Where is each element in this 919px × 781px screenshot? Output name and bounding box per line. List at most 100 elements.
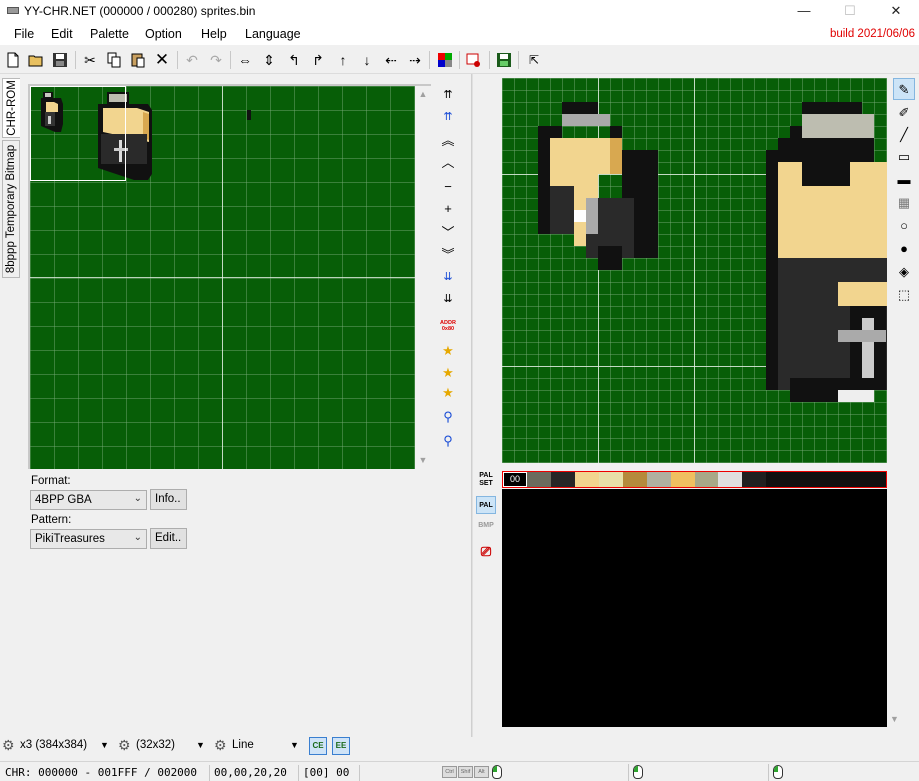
bookmark-prev-icon[interactable]: ★ xyxy=(439,366,457,380)
scroll-down-arrow[interactable]: ▼ xyxy=(417,455,429,465)
shift-up-icon[interactable]: ↑ xyxy=(334,51,352,69)
palette-edit-icon[interactable]: ⎚ xyxy=(476,545,496,558)
scroll-down-arrow[interactable]: ▼ xyxy=(890,714,899,724)
menu-help[interactable]: Help xyxy=(201,27,227,41)
bmp-button[interactable]: BMP xyxy=(476,522,496,530)
palette-swatch[interactable] xyxy=(574,472,599,487)
bitmap-scrollbar[interactable]: ▼ xyxy=(887,489,903,727)
filled-rectangle-tool-icon[interactable]: ▬ xyxy=(893,169,915,191)
close-button[interactable]: ✕ xyxy=(873,0,919,23)
line-up-icon[interactable]: ︿ xyxy=(439,156,457,170)
palette-swatch[interactable] xyxy=(718,472,743,487)
zoom-select[interactable]: ⚙ x3 (384x384) ▼ xyxy=(2,737,110,755)
palette-swatch[interactable] xyxy=(766,472,791,487)
pattern-select[interactable]: PikiTreasures ⌄ xyxy=(30,529,147,549)
zoom-out-icon[interactable]: ⚲ xyxy=(439,434,457,448)
tab-temporary-bitmap[interactable]: 8bppp Temporary Bitmap xyxy=(2,140,20,278)
palette-swatch[interactable]: 00 xyxy=(503,472,527,487)
undo-icon[interactable]: ↶ xyxy=(183,51,201,69)
format-select[interactable]: 4BPP GBA ⌄ xyxy=(30,490,147,510)
byte-minus-icon[interactable]: − xyxy=(439,180,457,194)
zoom-in-icon[interactable]: ⚲ xyxy=(439,410,457,424)
palette-swatch[interactable] xyxy=(526,472,551,487)
shift-down-icon[interactable]: ↓ xyxy=(358,51,376,69)
menu-palette[interactable]: Palette xyxy=(90,27,129,41)
palette-swatch[interactable] xyxy=(790,472,815,487)
save-icon[interactable] xyxy=(51,51,69,69)
palette-swatch[interactable] xyxy=(598,472,623,487)
chr-scrollbar[interactable]: ▲ ▼ xyxy=(415,86,431,469)
selection-box xyxy=(30,86,126,181)
cut-icon[interactable]: ✂ xyxy=(81,51,99,69)
new-file-icon[interactable] xyxy=(4,51,22,69)
redo-icon[interactable]: ↷ xyxy=(207,51,225,69)
byte-plus-icon[interactable]: + xyxy=(439,202,457,216)
ce-toggle-button[interactable]: CE xyxy=(309,737,327,755)
info-button[interactable]: Info.. xyxy=(150,489,187,510)
grid-select[interactable]: ⚙ (32x32) ▼ xyxy=(118,737,206,755)
line-tool-icon[interactable]: ╱ xyxy=(893,124,915,146)
select-tool-icon[interactable]: ⬚ xyxy=(893,284,915,306)
scroll-up-arrow[interactable]: ▲ xyxy=(417,89,429,99)
external-icon[interactable]: ⇱ xyxy=(525,51,543,69)
copy-icon[interactable] xyxy=(105,51,123,69)
pane-separator[interactable] xyxy=(471,74,473,737)
bitmap-export-icon[interactable] xyxy=(465,51,483,69)
page-down-fast-icon[interactable]: ⇊ xyxy=(439,270,457,284)
ellipse-tool-icon[interactable]: ○ xyxy=(893,215,915,237)
flip-vertical-icon[interactable]: ⇕ xyxy=(260,51,278,69)
palette-swatch[interactable] xyxy=(670,472,695,487)
palette-swatch[interactable] xyxy=(862,472,886,487)
line-down-icon[interactable]: ﹀ xyxy=(439,226,457,240)
bookmark-add-icon[interactable]: ★ xyxy=(439,344,457,358)
pal-button[interactable]: PAL xyxy=(476,496,496,514)
rectangle-tool-icon[interactable]: ▭ xyxy=(893,146,915,168)
palette-swatch[interactable] xyxy=(694,472,719,487)
page-up-icon[interactable]: ︽ xyxy=(439,134,457,148)
palette-strip[interactable]: 00 xyxy=(502,471,887,488)
chr-canvas[interactable] xyxy=(30,86,415,469)
palette-swatch[interactable] xyxy=(646,472,671,487)
menu-edit[interactable]: Edit xyxy=(51,27,73,41)
jump-top-icon[interactable]: ⇈ xyxy=(439,88,457,102)
maximize-button[interactable]: ☐ xyxy=(827,0,873,23)
ee-toggle-button[interactable]: EE xyxy=(332,737,350,755)
page-up-fast-icon[interactable]: ⇈ xyxy=(439,110,457,124)
palette-swatch[interactable] xyxy=(814,472,839,487)
shift-right-icon[interactable]: ⇢ xyxy=(406,51,424,69)
tool-select[interactable]: ⚙ Line ▼ xyxy=(214,737,300,755)
rotate-left-icon[interactable]: ↰ xyxy=(285,51,303,69)
pencil-tool-icon[interactable]: ✐ xyxy=(893,102,915,124)
bucket-fill-tool-icon[interactable]: ◈ xyxy=(893,261,915,283)
delete-icon[interactable]: ✕ xyxy=(153,51,171,69)
menu-option[interactable]: Option xyxy=(145,27,182,41)
flip-horizontal-icon[interactable]: ⇔ xyxy=(236,51,254,69)
jump-bottom-icon[interactable]: ⇊ xyxy=(439,292,457,306)
pattern-label: Pattern: xyxy=(31,514,72,526)
edit-pattern-button[interactable]: Edit.. xyxy=(150,528,187,549)
palette-swatch[interactable] xyxy=(742,472,767,487)
palette-table-icon[interactable] xyxy=(436,51,454,69)
palette-swatch[interactable] xyxy=(838,472,863,487)
menu-file[interactable]: File xyxy=(14,27,34,41)
addr-jump-icon[interactable]: ADDR 0x80 xyxy=(439,320,457,332)
page-down-icon[interactable]: ︾ xyxy=(439,248,457,262)
palette-swatch[interactable] xyxy=(550,472,575,487)
open-folder-icon[interactable] xyxy=(27,51,45,69)
minimize-button[interactable]: — xyxy=(781,0,827,23)
save-palette-icon[interactable] xyxy=(495,51,513,69)
palette-swatch[interactable] xyxy=(622,472,647,487)
bookmark-next-icon[interactable]: ★ xyxy=(439,386,457,400)
pen-tool-icon[interactable]: ✎ xyxy=(893,78,915,100)
shift-left-icon[interactable]: ⇠ xyxy=(382,51,400,69)
tiny-sprite xyxy=(247,110,251,120)
rotate-right-icon[interactable]: ↱ xyxy=(309,51,327,69)
tab-chr-rom[interactable]: CHR-ROM xyxy=(2,78,20,138)
paste-icon[interactable] xyxy=(129,51,147,69)
pattern-fill-tool-icon[interactable]: ▦ xyxy=(893,192,915,214)
bitmap-preview[interactable] xyxy=(502,489,887,727)
filled-ellipse-tool-icon[interactable]: ● xyxy=(893,238,915,260)
pal-set-button[interactable]: PAL SET xyxy=(476,472,496,488)
pixel-editor[interactable] xyxy=(502,78,887,463)
menu-language[interactable]: Language xyxy=(245,27,301,41)
